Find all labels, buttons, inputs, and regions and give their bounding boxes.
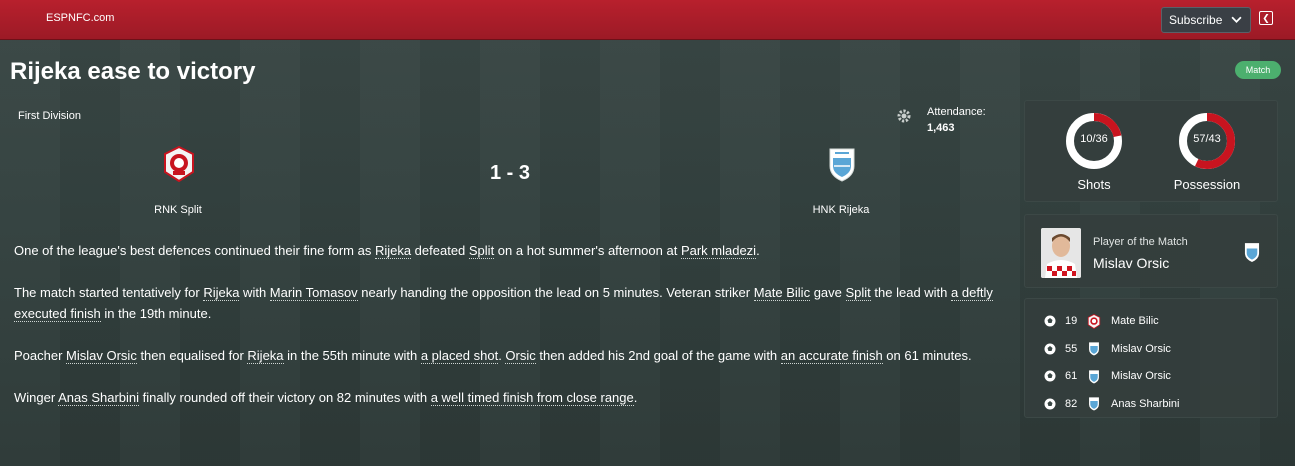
report-text: on 61 minutes. [882,348,972,363]
report-link[interactable]: Rijeka [203,285,240,301]
away-team-name[interactable]: HNK Rijeka [791,204,891,216]
report-text: finally rounded off their victory on 82 … [139,390,431,405]
potm-team-crest [1242,241,1262,263]
goal-minute: 82 [1065,397,1078,410]
report-text: in the 19th minute. [100,306,212,321]
report-link[interactable]: Park mladezi [680,243,757,259]
report-link[interactable]: Rijeka [374,243,412,259]
goal-team-crest [1087,313,1101,329]
report-text: on a hot summer's afternoon at [494,243,681,258]
gear-icon[interactable] [896,108,912,124]
subscribe-button[interactable]: Subscribe [1161,7,1251,33]
report-link[interactable]: Rijeka [247,348,284,364]
match-score: 1 - 3 [489,162,531,184]
report-text: nearly handing the opposition the lead o… [357,285,754,300]
report-link[interactable]: Split [468,243,495,259]
report-text: . [756,243,760,258]
match-report: One of the league's best defences contin… [14,240,1004,429]
player-of-match-panel[interactable]: Player of the Match Mislav Orsic [1024,214,1278,288]
attendance-value: 1,463 [927,122,955,134]
report-text: The match started tentatively for [14,285,204,300]
report-link[interactable]: Mislav Orsic [66,348,137,364]
chevron-down-icon [1231,14,1242,28]
report-link[interactable]: an accurate finish [780,348,883,364]
competition-label[interactable]: First Division [18,110,81,122]
home-team-name[interactable]: RNK Split [128,204,228,216]
goal-scorer[interactable]: Anas Sharbini [1111,398,1180,410]
report-link[interactable]: a well timed finish from close range [430,390,634,406]
report-text: then equalised for [136,348,248,363]
football-icon [1044,343,1056,355]
football-icon [1044,398,1056,410]
goals-panel: 19 Mate Bilic 55 Mislav Orsic 61 Mislav Orsic… [1024,298,1278,418]
report-text: defeated [411,243,469,258]
potm-player-name[interactable]: Mislav Orsic [1093,255,1169,271]
goal-team-crest [1087,396,1101,411]
goal-row[interactable]: 55 Mislav Orsic [1025,339,1279,359]
goal-team-crest [1087,341,1101,356]
report-text: gave [810,285,846,300]
report-text: the lead with [870,285,952,300]
goal-scorer[interactable]: Mislav Orsic [1111,343,1171,355]
goal-minute: 55 [1065,342,1078,355]
football-icon [1044,370,1056,382]
report-paragraph: The match started tentatively for Rijeka… [14,282,1004,324]
report-link[interactable]: Mate Bilic [753,285,811,301]
report-link[interactable]: Anas Sharbini [58,390,140,406]
report-text: Winger [14,390,59,405]
report-text: then added his 2nd goal of the game with [535,348,781,363]
goal-row[interactable]: 61 Mislav Orsic [1025,366,1279,386]
report-text: with [239,285,270,300]
goal-minute: 19 [1065,315,1078,327]
possession-label: Possession [1173,177,1241,192]
top-bar: ESPNFC.com Subscribe ❮ [0,0,1295,40]
report-text: in the 55th minute with [283,348,421,363]
goal-scorer[interactable]: Mislav Orsic [1111,370,1171,382]
report-paragraph: Winger Anas Sharbini finally rounded off… [14,387,1004,408]
report-text: . [633,390,638,405]
away-team-crest[interactable] [825,146,859,182]
goal-row[interactable]: 82 Anas Sharbini [1025,394,1279,414]
attendance-label: Attendance: [927,106,986,118]
home-team-crest[interactable] [162,145,196,183]
report-link[interactable]: Marin Tomasov [269,285,358,301]
report-text: Poacher [14,348,67,363]
article-headline: Rijeka ease to victory [10,58,256,85]
goal-scorer[interactable]: Mate Bilic [1111,315,1159,327]
shots-label: Shots [1077,177,1111,192]
subscribe-label: Subscribe [1169,13,1223,27]
report-paragraph: Poacher Mislav Orsic then equalised for … [14,345,1004,366]
avatar [1041,228,1081,278]
report-link[interactable]: Split [845,285,871,301]
goal-row[interactable]: 19 Mate Bilic [1025,311,1279,331]
potm-label: Player of the Match [1093,236,1188,248]
report-paragraph: One of the league's best defences contin… [14,240,1004,261]
football-icon [1044,315,1056,327]
report-link[interactable]: a placed shot [420,348,499,364]
match-tag[interactable]: Match [1235,61,1281,79]
report-link[interactable]: Orsic [505,348,536,364]
collapse-panel-icon[interactable]: ❮ [1259,11,1273,25]
goal-team-crest [1087,369,1101,384]
possession-value: 57/43 [1193,133,1221,145]
stats-panel: 10/36 Shots 57/43 Possession [1024,100,1278,202]
report-text: One of the league's best defences contin… [14,243,375,258]
shots-value: 10/36 [1080,133,1108,145]
brand-label: ESPNFC.com [46,12,115,24]
goal-minute: 61 [1065,370,1078,382]
